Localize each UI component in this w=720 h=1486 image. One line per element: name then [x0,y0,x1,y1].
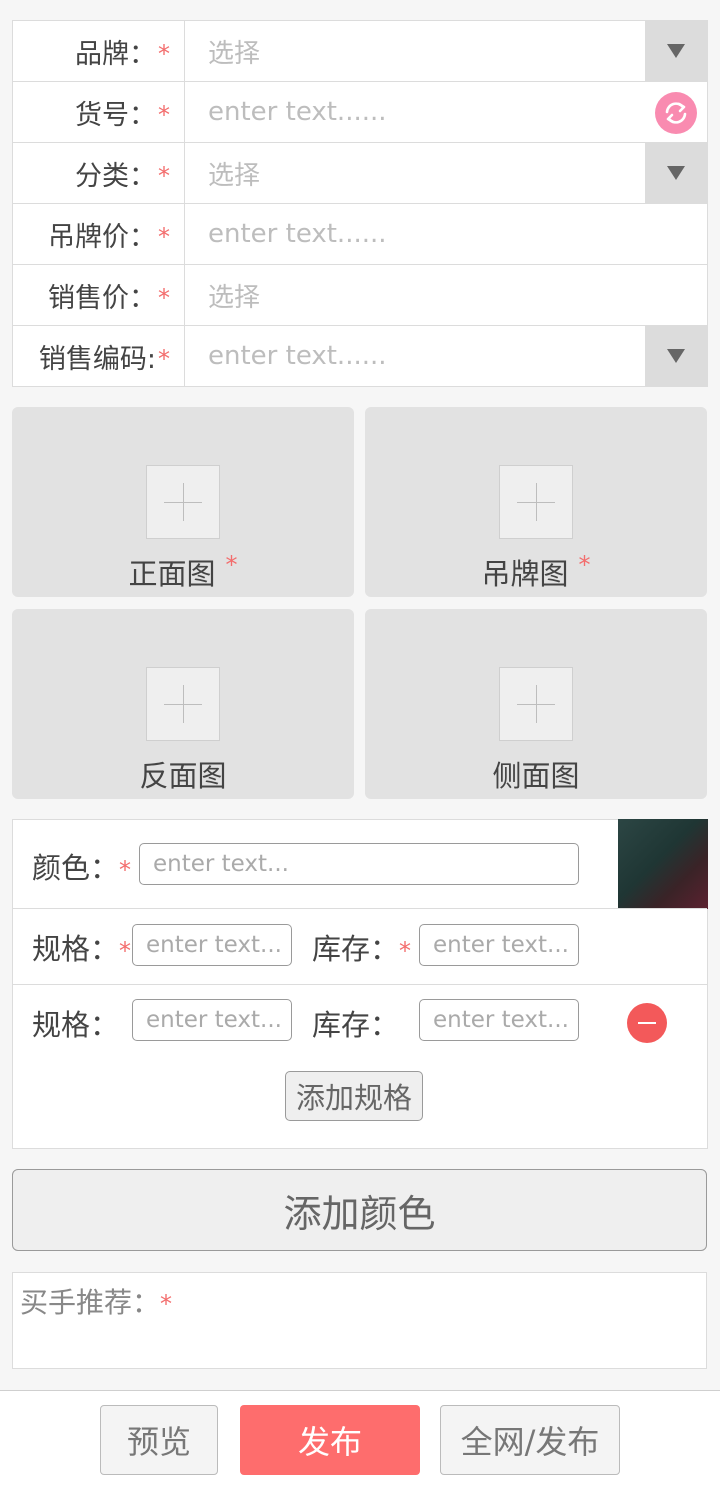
plus-icon[interactable] [499,465,573,539]
required-star: * [158,101,170,129]
tag-price-placeholder: enter text...... [208,219,387,249]
form-row-brand: 品牌： * 选择 [13,21,707,82]
color-input[interactable]: enter text... [139,843,579,885]
brand-dropdown-button[interactable] [645,21,707,81]
required-star: * [578,551,591,579]
sale-code-label: 销售编码: [38,343,156,375]
required-star: * [158,40,170,68]
spec-input[interactable]: enter text... [132,999,292,1041]
spec-label-text: 规格： [32,932,120,966]
required-star: * [158,223,170,251]
tag-image-caption: 吊牌图 * [365,551,707,593]
add-color-button[interactable]: 添加颜色 [12,1169,707,1251]
form-row-sale-price: 销售价： * 选择 [13,265,707,326]
form-label: 品牌： * [13,21,185,81]
item-number-input[interactable]: enter text...... [185,82,707,142]
brand-select[interactable]: 选择 [185,21,707,81]
category-select-value: 选择 [208,160,261,191]
spec-label: 规格：* [32,926,131,968]
required-star: * [160,1290,173,1318]
category-dropdown-button[interactable] [645,143,707,203]
color-spec-panel: 颜色：* enter text... 规格：* enter text... 库存… [12,819,708,1149]
side-image-upload[interactable]: 侧面图 [365,609,707,799]
sale-code-input[interactable]: enter text...... [185,326,707,386]
category-select[interactable]: 选择 [185,143,707,203]
remove-spec-button[interactable] [627,1003,667,1043]
plus-icon[interactable] [146,667,220,741]
tag-image-label: 吊牌图 [481,557,569,591]
side-image-caption: 侧面图 [365,753,707,795]
required-star: * [158,345,170,373]
side-image-label: 侧面图 [492,759,580,793]
tag-image-upload[interactable]: 吊牌图 * [365,407,707,597]
stock-label-text: 库存： [312,932,400,966]
required-star: * [225,551,238,579]
triangle-down-icon [667,166,685,180]
form-label: 货号： * [13,82,185,142]
buyer-recommendation-textarea[interactable]: 买手推荐：* [12,1272,707,1369]
form-row-sale-code: 销售编码: * enter text...... [13,326,707,386]
spec-label-text: 规格： [32,1008,120,1042]
publish-all-button[interactable]: 全网/发布 [440,1405,620,1475]
back-image-label: 反面图 [139,759,227,793]
sale-code-placeholder: enter text...... [208,341,387,371]
plus-icon[interactable] [499,667,573,741]
brand-label: 品牌： [75,38,156,70]
form-label: 分类： * [13,143,185,203]
refresh-icon [665,102,687,124]
category-label: 分类： [75,160,156,192]
back-image-caption: 反面图 [12,753,354,795]
tag-price-label: 吊牌价： [48,221,156,253]
sale-price-value: 选择 [208,282,261,313]
back-image-upload[interactable]: 反面图 [12,609,354,799]
front-image-caption: 正面图 * [12,551,354,593]
stock-label: 库存：* [312,926,411,968]
sale-price-label: 销售价： [48,282,156,314]
form-row-item-number: 货号： * enter text...... [13,82,707,143]
color-label: 颜色：* [32,845,131,887]
buyer-label-text: 买手推荐： [20,1286,161,1319]
item-number-placeholder: enter text...... [208,97,387,127]
stock-input[interactable]: enter text... [419,999,579,1041]
item-number-label: 货号： [75,99,156,131]
sale-price-select[interactable]: 选择 [185,265,707,325]
required-star: * [119,937,132,965]
spec-input[interactable]: enter text... [132,924,292,966]
refresh-button[interactable] [655,92,697,134]
stock-label: 库存： [312,1002,399,1044]
color-label-text: 颜色： [32,851,120,885]
brand-select-value: 选择 [208,38,261,69]
publish-button[interactable]: 发布 [240,1405,420,1475]
triangle-down-icon [667,44,685,58]
stock-label-text: 库存： [312,1008,400,1042]
front-image-label: 正面图 [128,557,216,591]
front-image-upload[interactable]: 正面图 * [12,407,354,597]
required-star: * [158,162,170,190]
color-swatch-image[interactable] [618,819,708,909]
form-label: 吊牌价： * [13,204,185,264]
divider [13,908,707,909]
form-label: 销售编码: * [13,326,185,386]
triangle-down-icon [667,349,685,363]
product-form: 品牌： * 选择 货号： * enter text...... 分类： * 选择… [12,20,708,387]
required-star: * [158,284,170,312]
stock-input[interactable]: enter text... [419,924,579,966]
form-row-category: 分类： * 选择 [13,143,707,204]
sale-code-dropdown-button[interactable] [645,326,707,386]
tag-price-input[interactable]: enter text...... [185,204,707,264]
required-star: * [119,856,132,884]
plus-icon[interactable] [146,465,220,539]
buyer-recommendation-label: 买手推荐：* [20,1281,172,1321]
form-row-tag-price: 吊牌价： * enter text...... [13,204,707,265]
divider [13,984,707,985]
bottom-action-bar: 预览 发布 全网/发布 [0,1390,720,1486]
spec-label: 规格： [32,1002,119,1044]
add-spec-button[interactable]: 添加规格 [285,1071,423,1121]
preview-button[interactable]: 预览 [100,1405,218,1475]
required-star: * [399,937,412,965]
form-label: 销售价： * [13,265,185,325]
